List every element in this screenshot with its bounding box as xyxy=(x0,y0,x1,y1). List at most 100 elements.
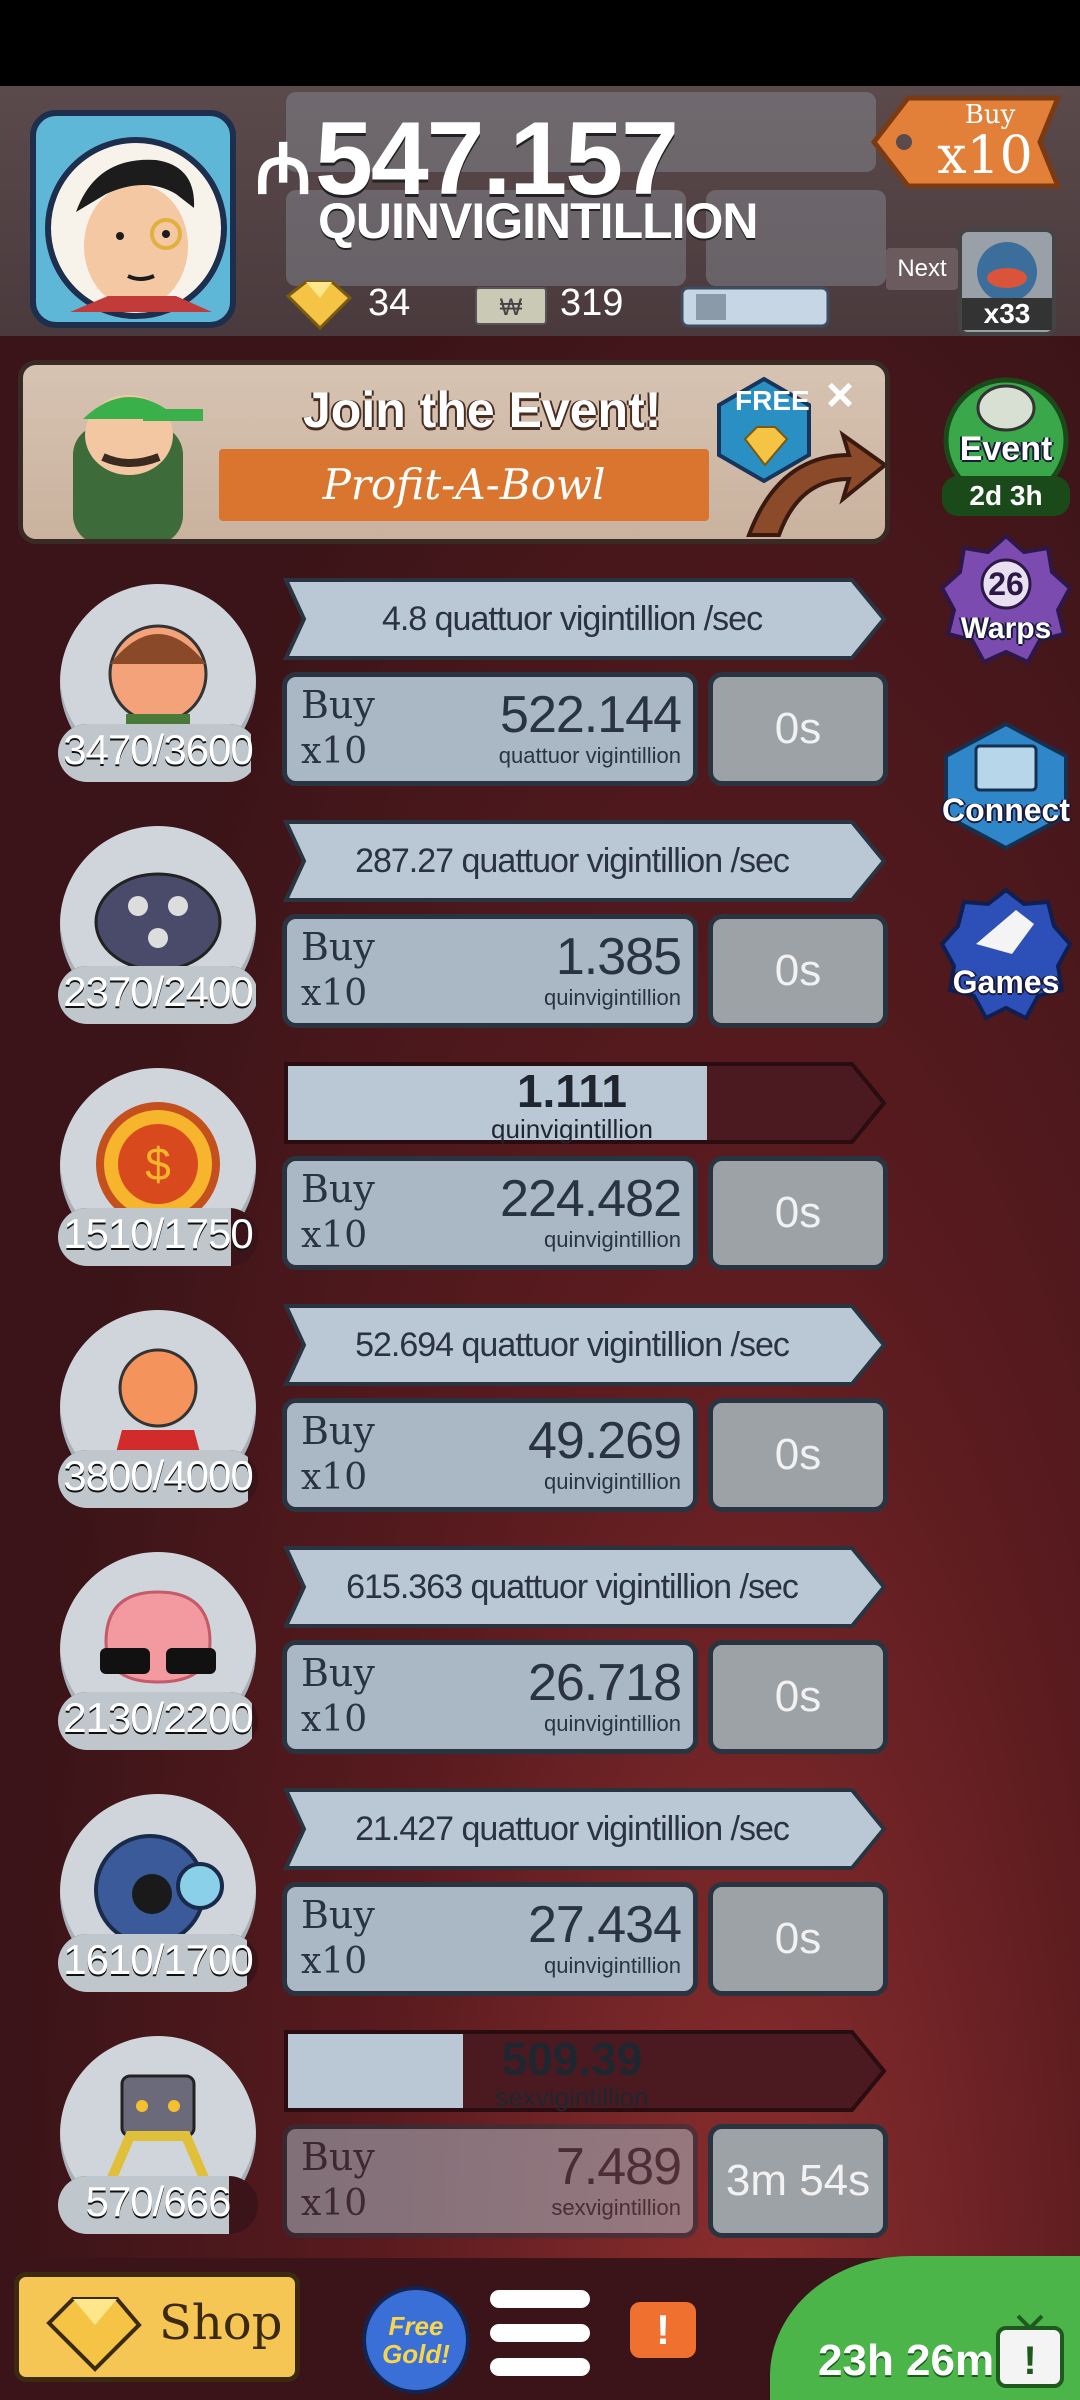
buy-label: Buy xyxy=(301,1409,375,1453)
free-gold-button[interactable]: Free Gold! xyxy=(362,2286,470,2394)
cycle-time-button[interactable]: 0s xyxy=(708,1156,888,1270)
cycle-time-button[interactable]: 0s xyxy=(708,1398,888,1512)
next-count: x33 xyxy=(962,298,1052,330)
warps-label: Warps xyxy=(960,612,1052,645)
buy-button[interactable]: Buy x10 26.718 quinvigintillion xyxy=(282,1640,698,1754)
buy-button[interactable]: Buy x10 522.144 quattuor vigintillion xyxy=(282,672,698,786)
buy-multiplier-label: x10 xyxy=(301,2183,368,2224)
buy-button[interactable]: Buy x10 224.482 quinvigintillion xyxy=(282,1156,698,1270)
buy-multiplier-label: x10 xyxy=(301,1215,368,1256)
event-banner[interactable]: Join the Event! Profit-A-Bowl FREE xyxy=(18,360,890,544)
cycle-time: 0s xyxy=(774,1672,822,1721)
gold-gem-icon xyxy=(46,2297,142,2372)
cost-unit: quinvigintillion xyxy=(544,1953,681,1978)
buy-button[interactable]: Buy x10 49.269 quinvigintillion xyxy=(282,1398,698,1512)
buy-multiplier-button[interactable]: Buy x10 xyxy=(850,92,1070,192)
cycle-time-button[interactable]: 0s xyxy=(708,1640,888,1754)
megabucks-count: 319 xyxy=(560,282,624,324)
buy-multiplier-label: x10 xyxy=(301,731,368,772)
cycle-time: 0s xyxy=(774,1430,822,1479)
cycle-time: 0s xyxy=(774,704,822,753)
manager-row: 1610/1700 21.427 quattuor vigintillion /s… xyxy=(0,1786,900,2014)
owned-count: 570/666 xyxy=(85,2178,232,2225)
menu-button[interactable] xyxy=(490,2290,590,2380)
owned-count: 2130/2200 xyxy=(63,1694,254,1741)
close-banner-icon[interactable]: × xyxy=(826,368,854,423)
menu-icon-line xyxy=(490,2324,590,2342)
cycle-time-button[interactable]: 0s xyxy=(708,672,888,786)
tv-icon[interactable]: ! xyxy=(992,2312,1068,2392)
warps-button[interactable]: 26 Warps xyxy=(936,528,1076,673)
buy-button[interactable]: Buy x10 27.434 quinvigintillion xyxy=(282,1882,698,1996)
cycle-time-button[interactable]: 0s xyxy=(708,914,888,1028)
progress-unit: sexvigintillion xyxy=(495,2082,649,2112)
buy-button[interactable]: Buy x10 7.489 sexvigintillion xyxy=(282,2124,698,2238)
alert-icon: ! xyxy=(656,2306,670,2353)
connect-button[interactable]: Connect xyxy=(936,716,1076,861)
cycle-time-button[interactable]: 0s xyxy=(708,1882,888,1996)
gold-count: 34 xyxy=(368,282,411,324)
cost-unit: quattuor vigintillion xyxy=(498,743,681,768)
shop-button[interactable]: Shop xyxy=(14,2272,300,2382)
manager-row: $1510/1750 1.111 quinvigintillion Buy x10 224… xyxy=(0,1060,900,1288)
owned-count: 3800/4000 xyxy=(63,1452,254,1499)
next-unlock-box[interactable]: x33 xyxy=(958,228,1056,336)
currency-symbol: ₼ xyxy=(255,130,312,208)
warps-count: 26 xyxy=(988,566,1024,602)
cycle-time-button[interactable]: 3m 54s xyxy=(708,2124,888,2238)
event-button-label: Event xyxy=(959,430,1053,468)
cost-value: 27.434 xyxy=(527,1896,682,1954)
owned-count: 2370/2400 xyxy=(63,968,254,1015)
income-rate: 52.694 quattuor vigintillion /sec xyxy=(355,1326,790,1364)
manager-row: 3470/3600 4.8 quattuor vigintillion /sec B… xyxy=(0,576,900,804)
next-label: Next xyxy=(886,248,958,290)
cost-value: 26.718 xyxy=(527,1654,682,1712)
alert-button[interactable]: ! xyxy=(630,2302,696,2358)
manager-row: 2130/2200 615.363 quattuor vigintillion /… xyxy=(0,1544,900,1772)
income-rate: 615.363 quattuor vigintillion /sec xyxy=(346,1568,799,1606)
connect-icon xyxy=(944,721,1068,851)
cost-value: 1.385 xyxy=(555,928,682,986)
free-gold-line2: Gold! xyxy=(382,2339,450,2369)
owned-count: 1510/1750 xyxy=(63,1210,254,1257)
shop-label: Shop xyxy=(159,2295,283,2351)
buy-multiplier-label: x10 xyxy=(301,973,368,1014)
games-icon xyxy=(939,887,1073,1021)
unlock-item-icon xyxy=(977,242,1037,302)
event-button[interactable]: Event 2d 3h xyxy=(936,364,1076,516)
tv-timer: 23h 26m xyxy=(818,2336,995,2385)
megabucks-icon: ₩ xyxy=(475,287,547,325)
buy-label: Buy xyxy=(301,2135,375,2179)
games-button[interactable]: Games xyxy=(936,884,1076,1029)
event-name: Profit-A-Bowl xyxy=(322,460,606,509)
income-rate: 287.27 quattuor vigintillion /sec xyxy=(355,842,790,880)
buy-button[interactable]: Buy x10 1.385 quinvigintillion xyxy=(282,914,698,1028)
cycle-time: 3m 54s xyxy=(725,2156,871,2205)
menu-icon-line xyxy=(490,2290,590,2308)
gold-gem-icon xyxy=(285,280,353,331)
bill-icon[interactable] xyxy=(680,284,830,330)
progress-unit: quinvigintillion xyxy=(491,1114,653,1144)
cost-unit: sexvigintillion xyxy=(551,2195,681,2220)
buy-label: Buy xyxy=(301,1167,375,1211)
buy-label: Buy xyxy=(301,1893,375,1937)
free-gold-line1: Free xyxy=(388,2311,444,2341)
cost-value: 224.482 xyxy=(500,1170,682,1228)
buy-multiplier-label: x10 xyxy=(301,1941,368,1982)
event-character-icon xyxy=(73,395,203,539)
cycle-time: 0s xyxy=(774,946,822,995)
connect-label: Connect xyxy=(942,792,1070,828)
cost-value: 7.489 xyxy=(555,2138,682,2196)
progress-value: 1.111 xyxy=(516,1065,628,1117)
cost-unit: quinvigintillion xyxy=(544,1469,681,1494)
buy-label: Buy xyxy=(301,925,375,969)
player-avatar[interactable] xyxy=(30,110,236,328)
game-screen: ₼ 547.157 QUINVIGINTILLION 34 ₩ 319 Buy … xyxy=(0,0,1080,2400)
income-rate: 4.8 quattuor vigintillion /sec xyxy=(381,600,763,638)
manager-row: 2370/2400 287.27 quattuor vigintillion /s… xyxy=(0,818,900,1046)
cycle-time: 0s xyxy=(774,1188,822,1237)
owned-count: 3470/3600 xyxy=(63,726,254,773)
buy-multiplier-value: x10 xyxy=(937,126,1033,186)
progress-value: 509.39 xyxy=(501,2033,643,2085)
cost-value: 522.144 xyxy=(500,686,682,744)
